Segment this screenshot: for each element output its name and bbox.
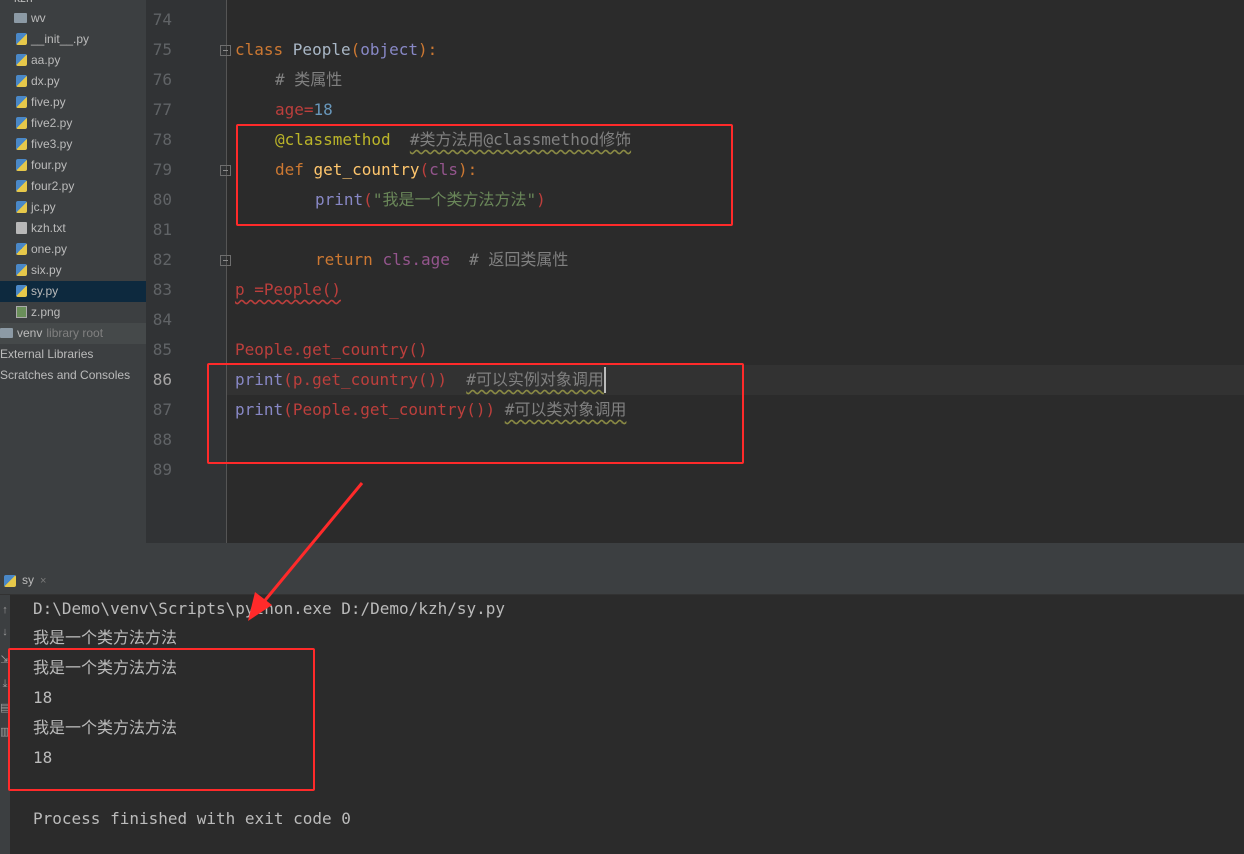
arrow-icon — [248, 482, 364, 621]
arrow-shaft — [260, 482, 364, 605]
